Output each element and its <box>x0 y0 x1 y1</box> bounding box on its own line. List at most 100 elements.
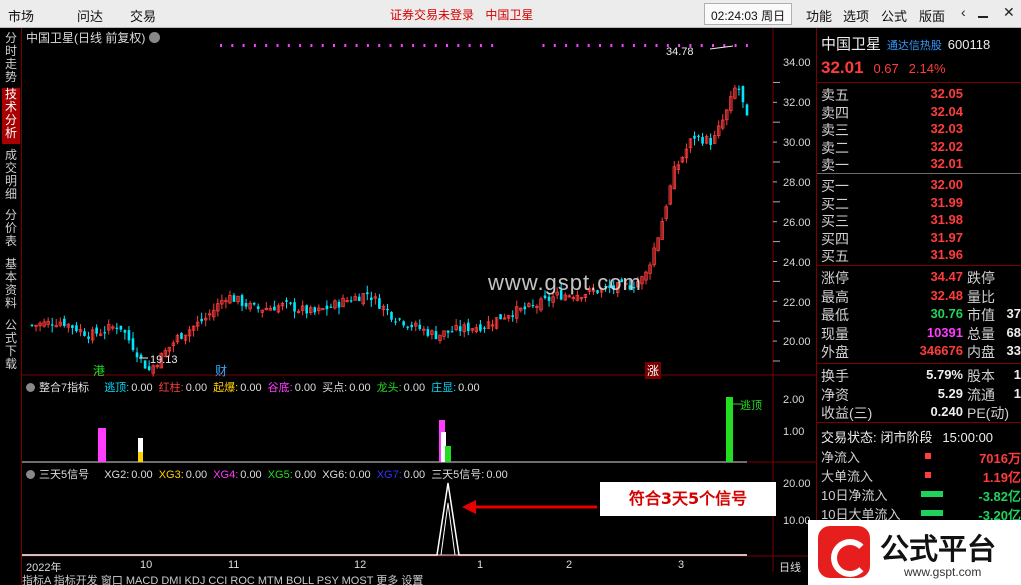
trade-status: 闭市阶段 <box>880 430 933 445</box>
candle-body <box>252 302 256 305</box>
stat-value: 33 <box>1006 343 1021 358</box>
marker-rise: 涨 <box>645 362 662 379</box>
logo-title: 公式平台 <box>880 532 997 566</box>
marker-hk: 港 <box>93 364 106 378</box>
indicator2-field-label: 三天5信号: <box>431 469 485 481</box>
indicator1-field-value: 0.00 <box>349 382 371 394</box>
ind2-tick-20: 20.00 <box>783 478 811 490</box>
candle-body <box>289 302 292 304</box>
stat-value: 10391 <box>926 324 963 340</box>
topbar-stock-name: 中国卫星 <box>485 8 534 22</box>
flow-label: 净流入 <box>821 450 861 465</box>
signal-dot <box>621 44 624 47</box>
indicator1-bar <box>445 446 451 462</box>
indicator1-field-label: 龙头: <box>376 382 402 394</box>
chevron-left-icon[interactable]: ‹ <box>961 4 966 20</box>
candle-body <box>313 307 317 313</box>
time-label-10: 10 <box>140 559 153 571</box>
close-icon[interactable]: ✕ <box>1003 4 1015 21</box>
stat-value: 346676 <box>919 343 963 358</box>
candle-body <box>398 318 401 320</box>
quote-code: 600118 <box>947 37 991 52</box>
minimize-icon[interactable] <box>978 16 988 18</box>
menu-function[interactable]: 功能 <box>806 6 832 25</box>
tab-trade-details[interactable]: 成交明细 <box>2 149 20 203</box>
quote-change: 0.67 <box>873 61 899 76</box>
top-menu-bar: 市场 问达 交易 证券交易未登录 中国卫星 02:24:03 周日 功能 选项 … <box>0 0 1021 28</box>
candle-body <box>741 85 745 103</box>
flow-bar <box>921 510 943 516</box>
stat-label: 最高 <box>821 288 849 305</box>
candle-body <box>709 137 712 145</box>
candle-body <box>693 135 696 139</box>
signal-dot <box>644 44 647 47</box>
flow-value: 7016万 <box>979 451 1021 466</box>
menu-formula[interactable]: 公式 <box>881 6 907 25</box>
signal-dot <box>565 44 568 47</box>
candle-body <box>143 360 147 369</box>
tab-intraday[interactable]: 分时走势 <box>2 32 20 84</box>
clock-time: 02:24:03 <box>711 9 758 23</box>
menu-wenda[interactable]: 问达 <box>77 6 103 25</box>
tab-formula-download[interactable]: 公式下载 <box>2 319 20 373</box>
chart-title-text: 中国卫星(日线 前复权) <box>26 31 146 45</box>
logo-icon <box>818 526 870 578</box>
candle-body <box>547 296 551 301</box>
candle-body <box>329 306 333 308</box>
indicator1-field-value: 0.00 <box>458 382 480 394</box>
divider <box>817 265 1021 266</box>
signal-dot <box>265 44 268 47</box>
bid-label: 买五 <box>821 248 849 265</box>
signal-dot <box>378 44 381 47</box>
price-tick-30: 30.00 <box>783 137 811 149</box>
stat-label: 收益(三) <box>821 405 873 421</box>
signal-dot <box>610 44 613 47</box>
tab-price-table[interactable]: 分价表 <box>2 209 20 249</box>
gear-icon[interactable] <box>26 383 35 392</box>
indicator1-field-value: 0.00 <box>131 382 153 394</box>
stat-label: 外盘 <box>821 344 849 360</box>
indicator1-field-value: 0.00 <box>240 382 262 394</box>
bid-price: 31.98 <box>930 212 963 228</box>
stat-label: 最低 <box>821 307 849 323</box>
signal-dot <box>700 44 703 47</box>
chevron-down-icon[interactable] <box>149 32 161 43</box>
candle-body <box>357 296 361 302</box>
candle-body <box>697 135 700 137</box>
indicator2-name: 三天5信号 <box>39 469 90 481</box>
indicator2-field-value: 0.00 <box>403 469 426 481</box>
login-status[interactable]: 证券交易未登录 <box>390 8 474 22</box>
indicator2-header[interactable]: 三天5信号 XG2: 0.00 XG3: 0.00 XG4: 0.00 XG5: 0.00 XG… <box>26 466 514 482</box>
candle-body <box>119 325 123 330</box>
candle-body <box>410 324 414 328</box>
indicator2-field-label: XG2: <box>104 469 130 481</box>
tab-technical-analysis[interactable]: 技术分析 <box>2 88 20 144</box>
signal-dot <box>287 44 290 47</box>
menu-trade[interactable]: 交易 <box>130 6 156 25</box>
menu-layout[interactable]: 版面 <box>919 6 945 25</box>
tab-basic-info[interactable]: 基本资料 <box>2 258 20 312</box>
indicator2-field-value: 0.00 <box>486 469 508 481</box>
gear-icon[interactable] <box>26 470 35 479</box>
signal-dot <box>423 44 426 47</box>
left-tab-strip: 分时走势 技术分析 成交明细 分价表 基本资料 公式下载 <box>0 28 22 585</box>
menu-options[interactable]: 选项 <box>843 6 869 25</box>
indicator1-header[interactable]: 整合7指标 逃顶: 0.00 红柱: 0.00 起爆: 0.00 谷底: 0.00 买点: 0.0… <box>26 379 486 395</box>
stat-value: 1 <box>1013 385 1021 401</box>
clock-weekday: 周日 <box>761 9 786 23</box>
signal-dot <box>434 44 437 47</box>
indicator1-bar <box>138 452 143 462</box>
indicator2-field-value: 0.00 <box>294 469 317 481</box>
quote-pct: 2.14% <box>908 61 946 76</box>
candle-body <box>135 352 139 358</box>
signal-dot <box>253 44 256 47</box>
price-tick-22: 22.00 <box>783 297 811 309</box>
candle-body <box>180 332 183 339</box>
stat-value: 34.47 <box>930 269 963 284</box>
signal-dot <box>479 44 482 47</box>
menu-market[interactable]: 市场 <box>8 6 34 25</box>
signal-dot <box>344 44 347 47</box>
candle-body <box>511 315 515 317</box>
quote-tag[interactable]: 通达信热股 <box>887 40 942 52</box>
indicator-tab-bar[interactable]: 指标A 指标开发 窗口 MACD DMI KDJ CCI ROC MTM BOL… <box>22 572 816 585</box>
